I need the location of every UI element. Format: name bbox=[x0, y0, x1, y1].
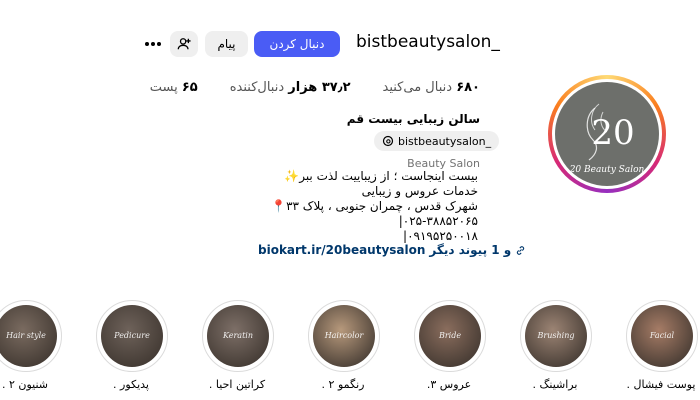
highlight-item[interactable]: Pedicure پدیکور . bbox=[96, 300, 168, 391]
highlight-label: رنگمو ۲ . bbox=[321, 378, 365, 391]
followers-count: ۳۷٫۲ هزار bbox=[288, 80, 351, 95]
highlight-item[interactable]: Facial پوست فیشال . bbox=[626, 300, 698, 391]
followers-stat[interactable]: ۳۷٫۲ هزار دنبال‌کننده bbox=[230, 80, 351, 95]
highlight-cover[interactable]: Pedicure bbox=[96, 300, 168, 372]
highlight-label: براشینگ . bbox=[532, 378, 578, 391]
highlight-image: Facial bbox=[631, 305, 693, 367]
highlight-label: پدیکور . bbox=[113, 378, 149, 391]
bio-link[interactable]: و 1 پیوند دیگر biokart.ir/20beautysalon bbox=[258, 243, 526, 257]
more-options-button[interactable] bbox=[140, 31, 166, 57]
highlight-cover[interactable]: Hair style bbox=[0, 300, 62, 372]
highlight-cover-text: Bride bbox=[438, 331, 462, 340]
highlight-cover-text: Hair style bbox=[6, 331, 46, 340]
highlight-cover-text: Brushing bbox=[537, 331, 575, 340]
bio-text: بیست اینجاست ؛ از زیباییت لذت ببر✨ خدمات… bbox=[271, 169, 478, 244]
highlight-item[interactable]: Brushing براشینگ . bbox=[520, 300, 592, 391]
link-icon bbox=[517, 245, 525, 255]
highlight-cover[interactable]: Bride bbox=[414, 300, 486, 372]
highlight-cover[interactable]: Facial bbox=[626, 300, 698, 372]
add-person-icon bbox=[177, 38, 191, 50]
highlight-image: Keratin bbox=[207, 305, 269, 367]
profile-avatar[interactable]: 20 20 Beauty Salon bbox=[548, 75, 666, 193]
posts-count: ۶۵ bbox=[181, 80, 198, 95]
bio-line: خدمات عروس و زیبایی bbox=[361, 184, 478, 198]
highlight-cover-text: Haircolor bbox=[324, 331, 364, 340]
highlight-image: Haircolor bbox=[313, 305, 375, 367]
bio-line: شهرک قدس ، چمران جنوبی ، پلاک ۳۳📍 bbox=[271, 199, 478, 213]
more-icon bbox=[145, 42, 161, 46]
highlight-image: Bride bbox=[419, 305, 481, 367]
profile-username: bistbeautysalon_ bbox=[356, 32, 500, 52]
avatar-logo: 20 20 Beauty Salon bbox=[555, 82, 659, 186]
followers-label: دنبال‌کننده bbox=[229, 80, 285, 95]
highlight-image: Hair style bbox=[0, 305, 57, 367]
bio-line: ۰۲۵-۳۸۸۵۲۰۶۵| bbox=[398, 214, 478, 228]
profile-display-name: سالن زیبایی بیست قم bbox=[346, 112, 480, 126]
profile-stats: ۶۵ پست ۳۷٫۲ هزار دنبال‌کننده ۶۸۰ دنبال م… bbox=[150, 80, 480, 95]
highlight-cover-text: Keratin bbox=[222, 331, 253, 340]
highlight-cover[interactable]: Brushing bbox=[520, 300, 592, 372]
highlight-image: Brushing bbox=[525, 305, 587, 367]
posts-stat: ۶۵ پست bbox=[150, 80, 198, 95]
bio-link-url[interactable]: biokart.ir/20beautysalon bbox=[258, 243, 425, 257]
more-links-text[interactable]: و 1 پیوند دیگر bbox=[429, 243, 511, 257]
svg-text:20 Beauty Salon: 20 Beauty Salon bbox=[569, 165, 645, 175]
highlight-item[interactable]: Haircolor رنگمو ۲ . bbox=[308, 300, 380, 391]
highlight-item[interactable]: Hair style شنیون ۲ . bbox=[0, 300, 62, 391]
highlight-cover[interactable]: Keratin bbox=[202, 300, 274, 372]
following-label: دنبال می‌کنید bbox=[382, 80, 453, 95]
highlight-item[interactable]: Keratin کراتین احیا . bbox=[202, 300, 274, 391]
threads-badge[interactable]: bistbeautysalon_ bbox=[374, 131, 500, 151]
suggest-accounts-button[interactable] bbox=[170, 31, 198, 57]
highlight-image: Pedicure bbox=[101, 305, 163, 367]
follow-button[interactable]: دنبال کردن bbox=[254, 31, 340, 57]
highlight-label: شنیون ۲ . bbox=[1, 378, 49, 391]
highlight-cover-text: Facial bbox=[649, 331, 675, 340]
following-stat[interactable]: ۶۸۰ دنبال می‌کنید bbox=[383, 80, 480, 95]
threads-handle: bistbeautysalon_ bbox=[398, 134, 492, 148]
highlight-cover[interactable]: Haircolor bbox=[308, 300, 380, 372]
salon-logo-icon: 20 20 Beauty Salon bbox=[569, 103, 645, 175]
highlight-label: عروس ۳. bbox=[426, 378, 472, 391]
bio-line: بیست اینجاست ؛ از زیباییت لذت ببر✨ bbox=[284, 169, 478, 183]
bio-line: ۰۹۱۹۵۲۵۰۰۱۸| bbox=[403, 229, 478, 243]
threads-icon bbox=[382, 135, 394, 147]
posts-label: پست bbox=[149, 80, 178, 95]
highlight-label: پوست فیشال . bbox=[626, 378, 696, 391]
svg-text:20: 20 bbox=[591, 113, 634, 153]
highlight-item[interactable]: Bride عروس ۳. bbox=[414, 300, 486, 391]
highlight-cover-text: Pedicure bbox=[114, 331, 150, 340]
highlight-label: کراتین احیا . bbox=[208, 378, 266, 391]
following-count: ۶۸۰ bbox=[456, 80, 480, 95]
message-button[interactable]: پیام bbox=[205, 31, 248, 57]
